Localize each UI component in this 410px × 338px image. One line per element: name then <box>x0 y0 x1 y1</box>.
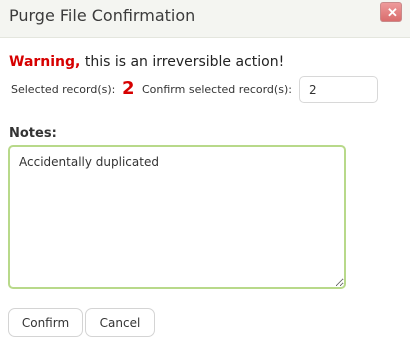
close-icon[interactable]: ✕ <box>380 2 402 22</box>
cancel-button[interactable]: Cancel <box>85 308 155 337</box>
selected-records-label: Selected record(s): <box>11 83 116 96</box>
selected-records-count: 2 <box>122 78 135 99</box>
confirm-records-label: Confirm selected record(s): <box>142 83 292 96</box>
confirm-records-input[interactable] <box>299 76 378 103</box>
purge-confirmation-dialog: Purge File Confirmation ✕ Warning, this … <box>0 0 410 338</box>
notes-label: Notes: <box>9 126 57 141</box>
dialog-title: Purge File Confirmation <box>9 6 196 25</box>
warning-text: this is an irreversible action! <box>80 54 285 70</box>
confirm-button[interactable]: Confirm <box>8 308 83 337</box>
dialog-titlebar: Purge File Confirmation ✕ <box>0 0 410 38</box>
notes-textarea[interactable]: Accidentally duplicated <box>8 145 346 289</box>
warning-label: Warning, <box>9 54 81 70</box>
warning-message: Warning, this is an irreversible action! <box>9 54 284 70</box>
